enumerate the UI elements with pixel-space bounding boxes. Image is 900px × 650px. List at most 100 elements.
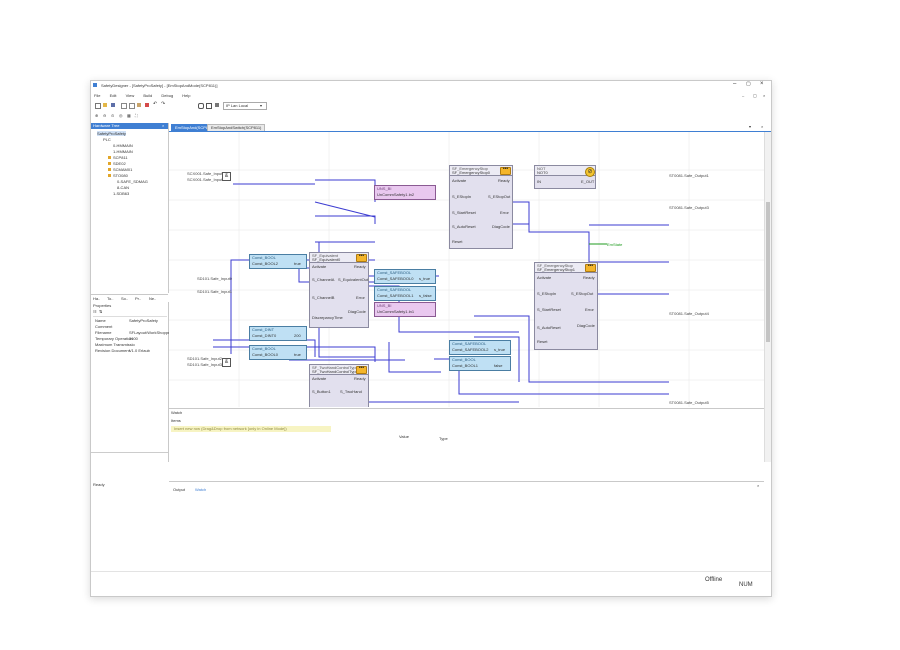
undo-icon[interactable]: ↶ — [153, 102, 157, 107]
copy-icon[interactable] — [129, 103, 135, 109]
toolbar-row-2: ⊕ ⊖ ⊙ ◎ ▦ ⛶ — [91, 112, 771, 120]
menu-help[interactable]: Help — [182, 93, 190, 98]
output-close-icon[interactable]: × — [757, 483, 759, 488]
connection-select[interactable]: IP Lan Local ▾ — [223, 102, 267, 110]
fb-pin: Activate — [452, 178, 467, 183]
tree-item-sdb63[interactable]: 1-SDB63 — [113, 191, 129, 196]
doc-tab-emstopswitch[interactable]: EmStopAndSwitch(SCP811) — [207, 124, 266, 131]
fb-pin: Reset — [452, 239, 463, 244]
tree-item-scp811[interactable]: SCP811 — [113, 155, 128, 160]
tab-network[interactable]: Ne.. — [149, 296, 156, 301]
grid-icon[interactable]: ▦ — [127, 113, 131, 118]
variable-block[interactable]: Const_SAFEBOOL Const_SAFEBOOL0 s_true — [374, 269, 436, 284]
variable-block[interactable]: Const_BOOL Const_BOOL1 false — [449, 356, 511, 371]
tree-item-sde02[interactable]: SDE02 — [113, 161, 126, 166]
menu-file[interactable]: File — [94, 93, 100, 98]
variable-block[interactable]: UNS_BI UnCommSafety1.In1 — [374, 302, 436, 317]
alpha-sort-icon[interactable]: ⇅ — [99, 309, 102, 314]
vertical-scrollbar[interactable] — [764, 132, 771, 462]
maximize-icon[interactable]: ▢ — [746, 82, 751, 87]
fit-page-icon[interactable]: ⛶ — [135, 113, 138, 118]
tab-toolbox[interactable]: To.. — [107, 296, 113, 301]
fb-pin: Error — [585, 307, 594, 312]
mdi-close-icon[interactable]: × — [763, 93, 765, 98]
more-options-icon[interactable]: ••• — [356, 366, 367, 374]
watch-hint-row[interactable]: Insert new row (Drag&Drop from network [… — [171, 426, 331, 432]
prop-label: Filename — [95, 330, 112, 335]
delete-icon[interactable] — [145, 103, 149, 107]
fb-name: SF_EmergencyStop1 — [537, 267, 576, 272]
more-options-icon[interactable]: ••• — [500, 167, 511, 175]
input-label: SCX001.Safe_Input1 — [187, 177, 225, 182]
prop-value[interactable]: SafetyProSafety — [129, 318, 158, 323]
tab-watch[interactable]: Watch — [195, 487, 206, 492]
cut-icon[interactable] — [121, 103, 127, 109]
tree-item-scmam01[interactable]: SCMAM01 — [113, 167, 132, 172]
network-icon[interactable] — [215, 103, 219, 107]
variable-block[interactable]: Const_DINT Const_DINT0 200 — [249, 326, 307, 341]
tab-hardware[interactable]: Ha.. — [93, 296, 100, 301]
tab-output[interactable]: Output — [173, 487, 185, 492]
variable-block[interactable]: Const_SAFEBOOL Const_SAFEBOOL1 s_false — [374, 286, 436, 301]
mdi-restore-icon[interactable]: ▢ — [753, 93, 757, 98]
minimize-icon[interactable]: – — [733, 81, 736, 87]
function-block-not[interactable]: NOT NOT0 ⊘ IN E_OUT — [534, 165, 596, 189]
sort-icon[interactable]: ☷ — [93, 309, 97, 314]
prop-value[interactable]: 3600 — [129, 336, 138, 341]
function-block-emergency-stop-0[interactable]: SF_EmergencyStop SF_EmergencyStop0 ••• A… — [449, 165, 513, 249]
fb-pin: S_EquivalentOut — [338, 277, 369, 282]
more-options-icon[interactable]: ••• — [356, 254, 367, 262]
fb-pin: DiagCode — [348, 309, 366, 314]
hardware-tree-title: Hardware Tree — [93, 123, 120, 128]
zoom-in-icon[interactable]: ⊕ — [95, 113, 98, 118]
fb-pin: S_EStopOut — [488, 194, 511, 199]
scrollbar-thumb[interactable] — [766, 202, 770, 342]
menu-edit[interactable]: Edit — [110, 93, 117, 98]
open-folder-icon[interactable] — [103, 103, 107, 107]
paste-icon[interactable] — [137, 103, 141, 107]
fb-pin: DiagCode — [577, 323, 595, 328]
app-logo-icon — [93, 83, 97, 87]
tab-close-icon[interactable]: × — [761, 124, 763, 129]
tab-list-icon[interactable]: ▾ — [749, 124, 751, 129]
prop-value[interactable]: V1.0 Erlaub — [129, 348, 150, 353]
split-icon: & — [222, 172, 231, 181]
variable-block[interactable]: Const_BOOL Const_BOOL0 true — [249, 345, 307, 360]
redo-icon[interactable]: ↷ — [161, 102, 165, 107]
function-block-two-hand[interactable]: SF_TwoHandControlTypeII SF_TwoHandContro… — [309, 364, 369, 407]
var-type: Const_SAFEBOOL — [377, 270, 412, 275]
variable-block[interactable]: Const_BOOL Const_BOOL2 true — [249, 254, 307, 269]
menu-debug[interactable]: Debug — [161, 93, 173, 98]
function-block-emergency-stop-1[interactable]: SF_EmergencyStop SF_EmergencyStop1 ••• A… — [534, 262, 598, 350]
tab-project[interactable]: Pr.. — [135, 296, 141, 301]
function-block-equivalent[interactable]: SF_Equivalent SF_Equivalent0 ••• Activat… — [309, 252, 369, 328]
save-icon[interactable] — [111, 103, 115, 107]
close-icon[interactable]: × — [760, 81, 764, 87]
new-file-icon[interactable] — [95, 103, 101, 109]
variable-block[interactable]: UNS_BI UnCommSafety1.In2 — [374, 185, 436, 200]
zoom-fit-icon[interactable]: ⊙ — [111, 113, 114, 118]
menu-view[interactable]: View — [126, 93, 135, 98]
tree-item-hmmain0[interactable]: 0-HMMAIN — [113, 143, 133, 148]
variable-block[interactable]: Const_SAFEBOOL Const_SAFEBOOL2 s_true — [449, 340, 511, 355]
zoom-out-icon[interactable]: ⊖ — [103, 113, 106, 118]
tree-root[interactable]: SafetyProSafety — [97, 131, 126, 136]
tree-item-plc[interactable]: PLC — [103, 137, 111, 142]
panel-close-icon[interactable]: × — [162, 123, 164, 128]
diagram-canvas[interactable]: SCX001.Safe_Input0 SCX001.Safe_Input1 & … — [169, 132, 764, 407]
tab-solution[interactable]: So.. — [121, 296, 128, 301]
menu-build[interactable]: Build — [143, 93, 152, 98]
more-options-icon[interactable]: ••• — [585, 264, 596, 272]
tree-item-hmmain1[interactable]: 1-HMMAIN — [113, 149, 133, 154]
tree-item-can[interactable]: 8-CAN — [117, 185, 129, 190]
tree-item-safe-sdmag[interactable]: 0-SAFE_SDMAG — [117, 179, 148, 184]
link-icon[interactable] — [198, 103, 204, 109]
var-name: Const_SAFEBOOL2 — [452, 347, 489, 352]
prop-label: Temporary Operation — [95, 336, 133, 341]
download-icon[interactable] — [206, 103, 212, 109]
wires — [213, 179, 669, 403]
tree-item-sto080[interactable]: STO080 — [113, 173, 128, 178]
watch-column-type: Type — [439, 436, 448, 441]
mdi-minimize-icon[interactable]: – — [742, 93, 744, 98]
zoom-reset-icon[interactable]: ◎ — [119, 113, 123, 118]
